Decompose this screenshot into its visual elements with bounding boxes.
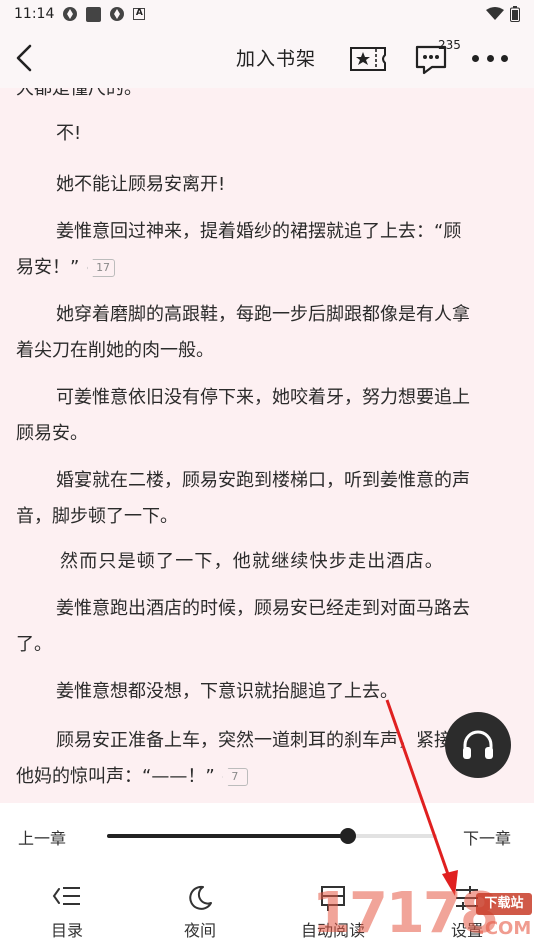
- paragraph: 不!: [16, 116, 522, 152]
- paragraph: 姜惟意回过神来，提着婚纱的裙摆就追了上去：“顾 易安！” 17: [16, 214, 522, 286]
- paragraph-text-cont: 他妈的惊叫声：“——！”: [16, 766, 215, 787]
- night-mode-button[interactable]: 夜间: [155, 883, 245, 941]
- catalog-button[interactable]: 目录: [22, 883, 112, 941]
- a-icon: A: [133, 8, 146, 20]
- paragraph: 她穿着磨脚的高跟鞋，每跑一步后脚跟都像是有人拿 着尖刀在削她的肉一般。: [16, 297, 522, 369]
- paragraph-text: 顾易安正准备上车，突然一道刺耳的刹车声，紧接着是: [56, 730, 488, 751]
- paragraph-text: 姜惟意想都没想，下意识就抬腿追了上去。: [56, 681, 398, 702]
- paragraph: 姜惟意想都没想，下意识就抬腿追了上去。: [16, 674, 522, 710]
- reading-content[interactable]: 大都是懂尺的。 不! 她不能让顾易安离开! 姜惟意回过神来，提着婚纱的裙摆就追了…: [0, 88, 534, 803]
- paragraph-text: 她不能让顾易安离开!: [56, 174, 226, 195]
- cutoff-text-line: 大都是懂尺的。: [16, 88, 142, 99]
- watermark-suffix: .COM: [478, 918, 532, 939]
- catalog-icon: [52, 887, 80, 905]
- paragraph-text: 不!: [56, 123, 82, 144]
- more-button[interactable]: [472, 48, 508, 68]
- wifi-icon: [486, 7, 504, 20]
- paragraph-text-cont: 音，脚步顿了一下。: [16, 506, 178, 527]
- sync-icon: [63, 7, 78, 21]
- chapter-progress-slider[interactable]: [107, 828, 437, 844]
- paragraph: 然而只是顿了一下，他就继续快步走出酒店。: [16, 544, 522, 580]
- paragraph-text-cont: 了。: [16, 634, 52, 655]
- more-dot-icon: [501, 54, 508, 62]
- tool-label: 夜间: [183, 921, 216, 940]
- moon-icon: [189, 885, 212, 910]
- paragraph: 可姜惟意依旧没有停下来，她咬着牙，努力想要追上 顾易安。: [16, 380, 522, 452]
- paragraph: 婚宴就在二楼，顾易安跑到楼梯口，听到姜惟意的声 音，脚步顿了一下。: [16, 463, 522, 535]
- add-to-shelf-button[interactable]: 加入书架: [236, 44, 316, 71]
- paragraph-text: 姜惟意跑出酒店的时候，顾易安已经走到对面马路去: [56, 598, 470, 619]
- paragraph: 姜惟意跑出酒店的时候，顾易安已经走到对面马路去 了。: [16, 591, 522, 663]
- ticket-star-icon: [350, 47, 386, 71]
- more-dot-icon: [472, 54, 479, 62]
- reward-button[interactable]: [349, 45, 387, 73]
- headphones-icon: [463, 730, 493, 759]
- comment-count: 235: [438, 38, 461, 52]
- paragraph-comment-badge[interactable]: 7: [222, 768, 249, 786]
- next-chapter-button[interactable]: 下一章: [463, 825, 511, 849]
- sync-icon-2: [110, 7, 125, 21]
- paragraph-text: 姜惟意回过神来，提着婚纱的裙摆就追了上去：“顾: [56, 221, 462, 242]
- watermark-tag: 下载站: [476, 893, 532, 915]
- paragraph-text-cont: 顾易安。: [16, 423, 88, 444]
- paragraph-text: 可姜惟意依旧没有停下来，她咬着牙，努力想要追上: [56, 387, 470, 408]
- listen-audio-button[interactable]: [445, 712, 511, 778]
- battery-icon: [510, 6, 520, 22]
- paragraph-text-cont: 易安！”: [16, 257, 80, 278]
- slider-fill: [107, 834, 348, 838]
- status-bar: 11:14 A: [0, 0, 534, 28]
- back-arrow-icon: [16, 44, 32, 72]
- tool-label: 目录: [50, 921, 83, 940]
- back-button[interactable]: [10, 42, 38, 74]
- paragraph: 她不能让顾易安离开!: [16, 167, 522, 203]
- paragraph-text: 然而只是顿了一下，他就继续快步走出酒店。: [60, 551, 444, 572]
- prev-chapter-button[interactable]: 上一章: [18, 825, 66, 849]
- reader-header: 加入书架 235: [0, 28, 534, 88]
- more-dot-icon: [486, 54, 494, 62]
- paragraph-comment-badge[interactable]: 17: [87, 259, 116, 277]
- paragraph-text: 她穿着磨脚的高跟鞋，每跑一步后脚跟都像是有人拿: [56, 304, 470, 325]
- slider-thumb[interactable]: [339, 828, 356, 844]
- status-time: 11:14: [14, 6, 55, 22]
- app-square-icon: [86, 6, 102, 22]
- paragraph-text-cont: 着尖刀在削她的肉一般。: [16, 340, 214, 361]
- paragraph-text: 婚宴就在二楼，顾易安跑到楼梯口，听到姜惟意的声: [56, 470, 470, 491]
